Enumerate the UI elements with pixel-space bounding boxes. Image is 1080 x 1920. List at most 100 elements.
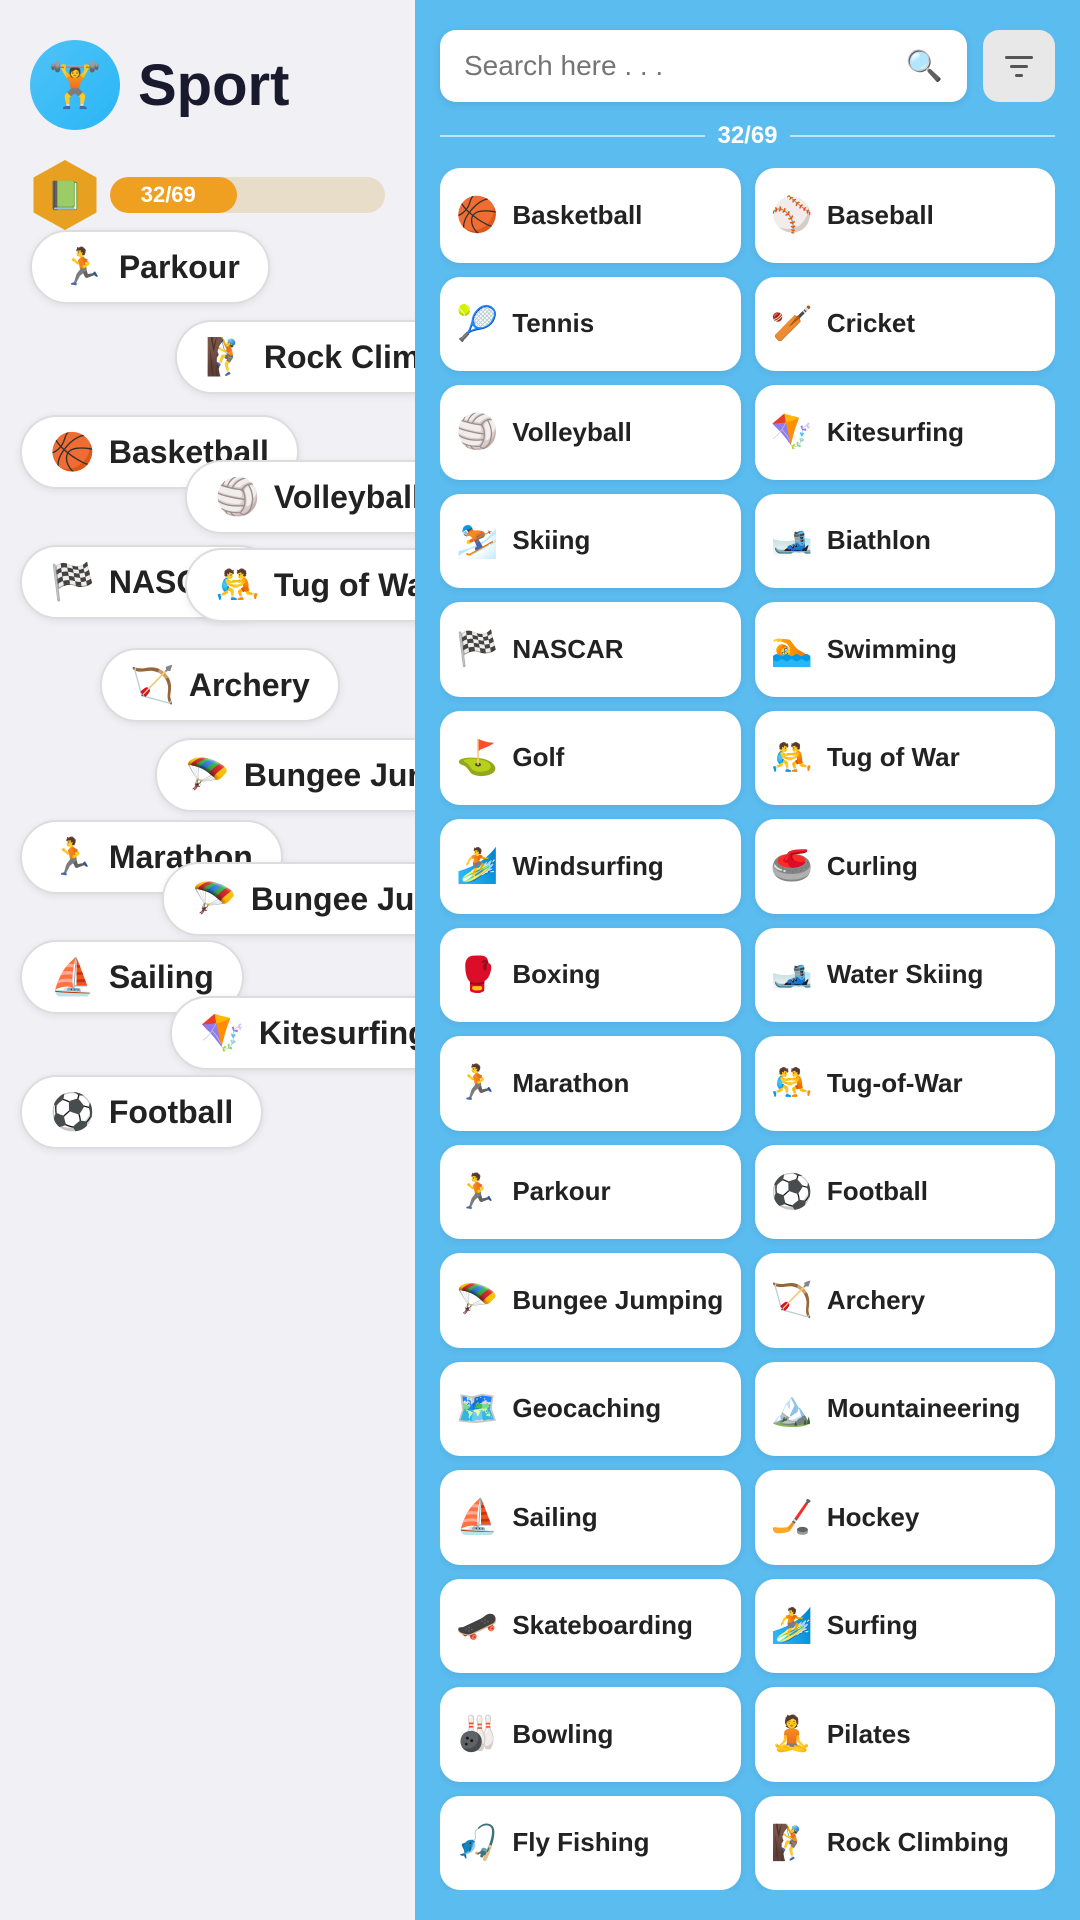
progress-fill: 32/69 bbox=[110, 177, 237, 213]
grid-label-23: Mountaineering bbox=[827, 1393, 1021, 1424]
grid-item-marathon[interactable]: 🏃 Marathon bbox=[440, 1036, 741, 1131]
grid-item-curling[interactable]: 🥌 Curling bbox=[755, 819, 1056, 914]
grid-emoji-19: ⚽ bbox=[771, 1172, 813, 1212]
left-panel: 🏋️ Sport 📗 32/69 🏃 Parkour 🧗 Rock Climbi… bbox=[0, 0, 415, 1920]
grid-item-surfing[interactable]: 🏄 Surfing bbox=[755, 1579, 1056, 1674]
grid-label-27: Surfing bbox=[827, 1610, 918, 1641]
grid-label-0: Basketball bbox=[512, 200, 642, 231]
left-item-bungee-2[interactable]: 🪂 Bungee Jumping bbox=[162, 862, 415, 936]
grid-item-mountaineering[interactable]: 🏔️ Mountaineering bbox=[755, 1362, 1056, 1457]
grid-label-9: Swimming bbox=[827, 634, 957, 665]
grid-item-swimming[interactable]: 🏊 Swimming bbox=[755, 602, 1056, 697]
left-item-parkour[interactable]: 🏃 Parkour bbox=[30, 230, 270, 304]
grid-item-skiing[interactable]: ⛷️ Skiing bbox=[440, 494, 741, 589]
left-item-rock-climbing[interactable]: 🧗 Rock Climbing bbox=[175, 320, 415, 394]
grid-label-2: Tennis bbox=[512, 308, 594, 339]
grid-item-basketball[interactable]: 🏀 Basketball bbox=[440, 168, 741, 263]
grid-label-26: Skateboarding bbox=[512, 1610, 693, 1641]
grid-item-pilates[interactable]: 🧘 Pilates bbox=[755, 1687, 1056, 1782]
grid-item-kitesurfing[interactable]: 🪁 Kitesurfing bbox=[755, 385, 1056, 480]
grid-item-tennis[interactable]: 🎾 Tennis bbox=[440, 277, 741, 372]
grid-emoji-28: 🎳 bbox=[456, 1714, 498, 1754]
grid-progress-text: 32/69 bbox=[717, 122, 777, 150]
grid-emoji-3: 🏏 bbox=[771, 304, 813, 344]
grid-item-boxing[interactable]: 🥊 Boxing bbox=[440, 928, 741, 1023]
grid-emoji-5: 🪁 bbox=[771, 412, 813, 452]
grid-item-baseball[interactable]: ⚾ Baseball bbox=[755, 168, 1056, 263]
filter-button[interactable] bbox=[983, 30, 1055, 102]
left-item-volleyball[interactable]: 🏐 Volleyball bbox=[185, 460, 415, 534]
kitesurfing-icon: 🪁 bbox=[200, 1012, 245, 1054]
grid-item-volleyball[interactable]: 🏐 Volleyball bbox=[440, 385, 741, 480]
grid-emoji-23: 🏔️ bbox=[771, 1389, 813, 1429]
grid-item-hockey[interactable]: 🏒 Hockey bbox=[755, 1470, 1056, 1565]
grid-item-parkour[interactable]: 🏃 Parkour bbox=[440, 1145, 741, 1240]
grid-emoji-26: 🛹 bbox=[456, 1606, 498, 1646]
grid-label-29: Pilates bbox=[827, 1719, 911, 1750]
bungee2-icon: 🪂 bbox=[192, 878, 237, 920]
grid-label-14: Boxing bbox=[512, 959, 600, 990]
progress-hex-icon: 📗 bbox=[30, 160, 100, 230]
grid-emoji-22: 🗺️ bbox=[456, 1389, 498, 1429]
marathon-icon: 🏃 bbox=[50, 836, 95, 878]
grid-item-rock-climbing[interactable]: 🧗 Rock Climbing bbox=[755, 1796, 1056, 1891]
grid-label-20: Bungee Jumping bbox=[512, 1285, 723, 1316]
grid-item-skateboarding[interactable]: 🛹 Skateboarding bbox=[440, 1579, 741, 1674]
left-item-tug-of-war[interactable]: 🤼 Tug of War bbox=[185, 548, 415, 622]
grid-emoji-6: ⛷️ bbox=[456, 521, 498, 561]
grid-item-bowling[interactable]: 🎳 Bowling bbox=[440, 1687, 741, 1782]
progress-bar-container: 📗 32/69 bbox=[30, 160, 385, 230]
left-item-kitesurfing[interactable]: 🪁 Kitesurfing bbox=[170, 996, 415, 1070]
grid-item-archery[interactable]: 🏹 Archery bbox=[755, 1253, 1056, 1348]
grid-emoji-7: 🎿 bbox=[771, 521, 813, 561]
grid-label-6: Skiing bbox=[512, 525, 590, 556]
parkour-icon: 🏃 bbox=[60, 246, 105, 288]
rock-climbing-icon: 🧗 bbox=[205, 336, 250, 378]
grid-item-bungee-jumping[interactable]: 🪂 Bungee Jumping bbox=[440, 1253, 741, 1348]
tug-of-war-icon: 🤼 bbox=[215, 564, 260, 606]
search-icon: 🔍 bbox=[906, 49, 943, 84]
grid-emoji-2: 🎾 bbox=[456, 304, 498, 344]
grid-label-24: Sailing bbox=[512, 1502, 597, 1533]
grid-label-28: Bowling bbox=[512, 1719, 613, 1750]
grid-label-7: Biathlon bbox=[827, 525, 931, 556]
search-row: 🔍 bbox=[440, 30, 1055, 102]
left-item-archery[interactable]: 🏹 Archery bbox=[100, 648, 340, 722]
grid-emoji-17: 🤼 bbox=[771, 1063, 813, 1103]
grid-item-golf[interactable]: ⛳ Golf bbox=[440, 711, 741, 806]
app-title: Sport bbox=[138, 52, 289, 119]
search-box[interactable]: 🔍 bbox=[440, 30, 967, 102]
grid-item-sailing[interactable]: ⛵ Sailing bbox=[440, 1470, 741, 1565]
sailing-icon: ⛵ bbox=[50, 956, 95, 998]
grid-label-3: Cricket bbox=[827, 308, 915, 339]
search-input[interactable] bbox=[464, 50, 894, 82]
grid-item-water-skiing[interactable]: 🎿 Water Skiing bbox=[755, 928, 1056, 1023]
grid-emoji-12: 🏄 bbox=[456, 846, 498, 886]
progress-track: 32/69 bbox=[110, 177, 385, 213]
bungee1-icon: 🪂 bbox=[185, 754, 230, 796]
football-icon: ⚽ bbox=[50, 1091, 95, 1133]
grid-label-22: Geocaching bbox=[512, 1393, 661, 1424]
grid-emoji-31: 🧗 bbox=[771, 1823, 813, 1863]
grid-item-fly-fishing[interactable]: 🎣 Fly Fishing bbox=[440, 1796, 741, 1891]
grid-emoji-16: 🏃 bbox=[456, 1063, 498, 1103]
grid-item-nascar[interactable]: 🏁 NASCAR bbox=[440, 602, 741, 697]
left-item-bungee-1[interactable]: 🪂 Bungee Jumping bbox=[155, 738, 415, 812]
grid-emoji-11: 🤼 bbox=[771, 738, 813, 778]
grid-emoji-8: 🏁 bbox=[456, 629, 498, 669]
grid-emoji-0: 🏀 bbox=[456, 195, 498, 235]
sports-grid: 🏀 Basketball ⚾ Baseball 🎾 Tennis 🏏 Crick… bbox=[440, 168, 1055, 1890]
grid-item-geocaching[interactable]: 🗺️ Geocaching bbox=[440, 1362, 741, 1457]
grid-emoji-13: 🥌 bbox=[771, 846, 813, 886]
grid-item-biathlon[interactable]: 🎿 Biathlon bbox=[755, 494, 1056, 589]
grid-emoji-25: 🏒 bbox=[771, 1497, 813, 1537]
progress-line-left bbox=[440, 135, 705, 137]
grid-item-football[interactable]: ⚽ Football bbox=[755, 1145, 1056, 1240]
grid-item-tug-of-war[interactable]: 🤼 Tug-of-War bbox=[755, 1036, 1056, 1131]
left-item-football[interactable]: ⚽ Football bbox=[20, 1075, 263, 1149]
grid-item-windsurfing[interactable]: 🏄 Windsurfing bbox=[440, 819, 741, 914]
grid-emoji-10: ⛳ bbox=[456, 738, 498, 778]
grid-item-cricket[interactable]: 🏏 Cricket bbox=[755, 277, 1056, 372]
grid-label-1: Baseball bbox=[827, 200, 934, 231]
grid-item-tug-of-war[interactable]: 🤼 Tug of War bbox=[755, 711, 1056, 806]
